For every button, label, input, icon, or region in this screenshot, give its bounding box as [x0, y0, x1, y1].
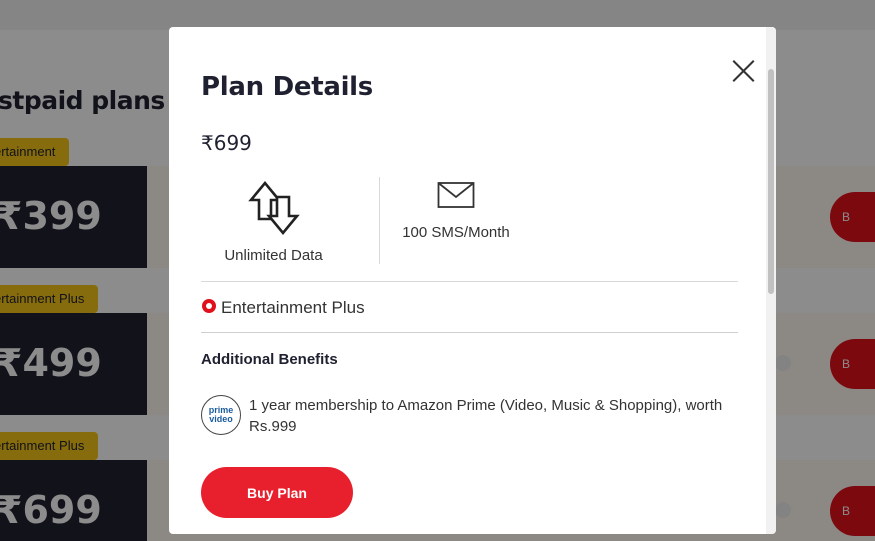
- feature-divider: [379, 177, 380, 264]
- plan-details-modal: Plan Details ₹699 Unlimited Data 100 SMS…: [169, 27, 776, 534]
- envelope-icon: [437, 182, 475, 208]
- feature-unlimited-data: Unlimited Data: [201, 177, 346, 264]
- benefit-text: 1 year membership to Amazon Prime (Video…: [249, 397, 723, 435]
- prime-video-logo-icon: prime video: [201, 395, 241, 435]
- entertainment-badge-icon: [202, 299, 216, 313]
- close-icon[interactable]: [727, 55, 759, 87]
- modal-scrollbar-track[interactable]: [766, 27, 776, 534]
- divider: [201, 281, 738, 282]
- benefit-item: prime video 1 year membership to Amazon …: [201, 395, 724, 437]
- additional-benefits-title: Additional Benefits: [201, 351, 338, 368]
- data-transfer-arrows-icon: [247, 180, 300, 236]
- divider: [201, 332, 738, 333]
- modal-scrollbar-thumb[interactable]: [768, 69, 774, 294]
- feature-label: 100 SMS/Month: [402, 224, 510, 241]
- feature-label: Unlimited Data: [224, 247, 323, 264]
- feature-sms: 100 SMS/Month: [391, 177, 521, 241]
- entertainment-label: Entertainment Plus: [221, 298, 365, 317]
- modal-title: Plan Details: [201, 72, 373, 102]
- plan-price: ₹699: [201, 131, 252, 155]
- entertainment-row: Entertainment Plus: [202, 298, 365, 318]
- buy-plan-button[interactable]: Buy Plan: [201, 467, 353, 518]
